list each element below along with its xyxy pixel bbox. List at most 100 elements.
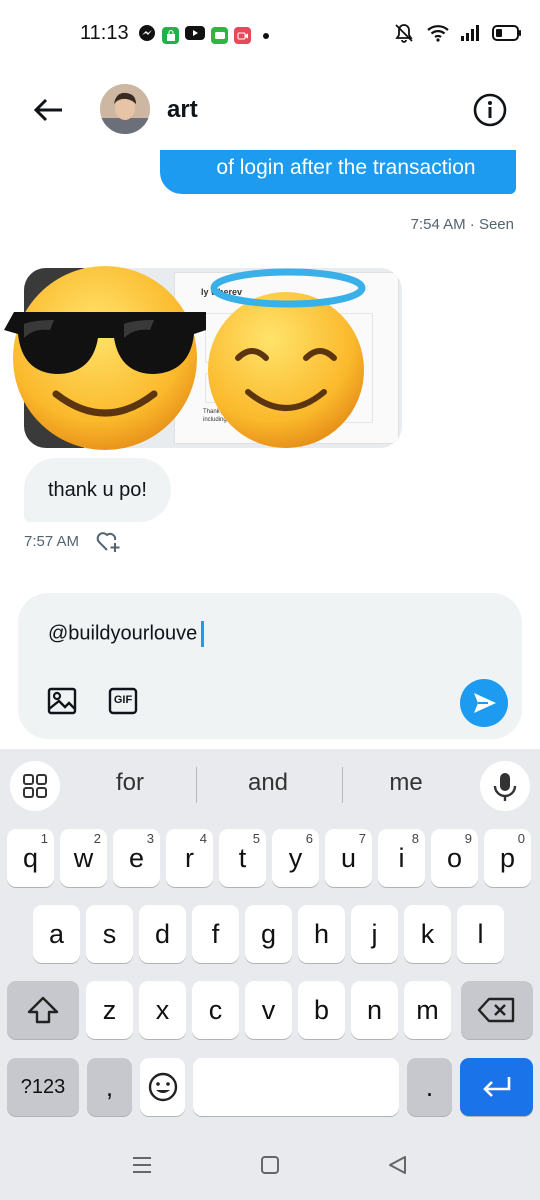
key-x[interactable]: x bbox=[139, 981, 186, 1039]
key-hint-number: 8 bbox=[411, 831, 419, 846]
key-m[interactable]: m bbox=[404, 981, 451, 1039]
wifi-icon bbox=[426, 23, 450, 48]
key-hint-number: 4 bbox=[199, 831, 207, 846]
key-l[interactable]: l bbox=[457, 905, 504, 963]
key-label: r bbox=[185, 842, 194, 873]
add-gif-button[interactable]: GIF bbox=[108, 687, 138, 715]
keyboard: for and me q1w2e3r4t5y6u7i8o9p0 asdfghjk… bbox=[0, 749, 540, 1130]
square-icon bbox=[261, 1156, 279, 1174]
key-hint-number: 7 bbox=[358, 831, 366, 846]
contact-name[interactable]: art bbox=[167, 96, 198, 124]
key-e[interactable]: e3 bbox=[113, 829, 160, 887]
symbols-key[interactable]: ?123 bbox=[7, 1058, 79, 1116]
backspace-key[interactable] bbox=[461, 981, 533, 1039]
key-a[interactable]: a bbox=[33, 905, 80, 963]
status-time: 11:13 bbox=[80, 22, 129, 44]
back-button[interactable] bbox=[28, 90, 68, 130]
key-label: y bbox=[288, 842, 303, 873]
period-key[interactable]: . bbox=[407, 1058, 452, 1116]
key-t[interactable]: t5 bbox=[219, 829, 266, 887]
text-caret bbox=[201, 621, 205, 647]
avatar[interactable] bbox=[100, 84, 150, 134]
key-c[interactable]: c bbox=[192, 981, 239, 1039]
key-hint-number: 3 bbox=[146, 831, 154, 846]
key-hint-number: 9 bbox=[464, 831, 472, 846]
key-label: i bbox=[398, 842, 405, 873]
key-j[interactable]: j bbox=[351, 905, 398, 963]
key-q[interactable]: q1 bbox=[7, 829, 54, 887]
key-i[interactable]: i8 bbox=[378, 829, 425, 887]
key-k[interactable]: k bbox=[404, 905, 451, 963]
key-hint-number: 0 bbox=[517, 831, 525, 846]
add-reaction-button[interactable] bbox=[96, 530, 122, 554]
key-h[interactable]: h bbox=[298, 905, 345, 963]
suggestion-3[interactable]: me bbox=[346, 769, 466, 797]
key-u[interactable]: u7 bbox=[325, 829, 372, 887]
backspace-icon bbox=[477, 997, 515, 1023]
key-w[interactable]: w2 bbox=[60, 829, 107, 887]
status-bar: 11:13 bbox=[0, 0, 540, 68]
key-n[interactable]: n bbox=[351, 981, 398, 1039]
image-icon bbox=[47, 687, 77, 715]
home-button[interactable] bbox=[258, 1154, 282, 1176]
key-hint-number: 2 bbox=[93, 831, 101, 846]
recent-apps-button[interactable] bbox=[130, 1154, 154, 1176]
message-input[interactable]: @buildyourlouve bbox=[48, 621, 205, 647]
shift-icon bbox=[27, 996, 59, 1024]
gif-label: GIF bbox=[113, 694, 133, 706]
triangle-back-icon bbox=[389, 1156, 406, 1174]
info-button[interactable] bbox=[472, 92, 508, 128]
suggestion-2[interactable]: and bbox=[208, 769, 328, 797]
key-d[interactable]: d bbox=[139, 905, 186, 963]
system-back-button[interactable] bbox=[386, 1154, 410, 1176]
voice-input-button[interactable] bbox=[480, 761, 530, 811]
recorder-icon bbox=[234, 27, 251, 44]
key-hint-number: 6 bbox=[305, 831, 313, 846]
message-input-value: @buildyourlouve bbox=[48, 622, 198, 645]
enter-key[interactable] bbox=[460, 1058, 533, 1116]
emoji-icon bbox=[148, 1072, 177, 1102]
microphone-icon bbox=[493, 773, 517, 801]
key-v[interactable]: v bbox=[245, 981, 292, 1039]
key-s[interactable]: s bbox=[86, 905, 133, 963]
sunglasses-emoji-icon bbox=[0, 254, 216, 455]
messenger-icon bbox=[138, 24, 156, 47]
keyboard-toolbar: for and me bbox=[0, 749, 540, 821]
conversation-header: art bbox=[0, 68, 540, 150]
key-label: t bbox=[238, 842, 247, 873]
key-g[interactable]: g bbox=[245, 905, 292, 963]
system-nav-bar bbox=[0, 1130, 540, 1200]
send-button[interactable] bbox=[460, 679, 508, 727]
key-label: o bbox=[446, 842, 463, 873]
key-o[interactable]: o9 bbox=[431, 829, 478, 887]
shopping-bag-icon bbox=[162, 27, 179, 44]
menu-icon bbox=[133, 1157, 151, 1173]
mute-icon bbox=[392, 22, 416, 49]
key-y[interactable]: y6 bbox=[272, 829, 319, 887]
key-p[interactable]: p0 bbox=[484, 829, 531, 887]
key-hint-number: 5 bbox=[252, 831, 260, 846]
sent-message-bubble[interactable]: of login after the transaction bbox=[160, 150, 516, 194]
message-list[interactable]: of login after the transaction 7:54 AM ·… bbox=[0, 150, 540, 590]
emoji-key[interactable] bbox=[140, 1058, 185, 1116]
shift-key[interactable] bbox=[7, 981, 79, 1039]
comma-key[interactable]: , bbox=[87, 1058, 132, 1116]
key-label: p bbox=[499, 842, 516, 873]
status-right bbox=[392, 22, 522, 49]
key-r[interactable]: r4 bbox=[166, 829, 213, 887]
key-label: u bbox=[340, 842, 357, 873]
arrow-left-icon bbox=[33, 98, 62, 122]
space-key[interactable] bbox=[193, 1058, 399, 1116]
key-label: w bbox=[73, 842, 94, 873]
suggestion-divider bbox=[342, 767, 343, 803]
key-f[interactable]: f bbox=[192, 905, 239, 963]
key-z[interactable]: z bbox=[86, 981, 133, 1039]
sent-message-meta: 7:54 AM · Seen bbox=[410, 216, 514, 233]
sent-message-text: of login after the transaction bbox=[216, 156, 476, 179]
received-message-bubble[interactable]: thank u po! bbox=[24, 458, 171, 522]
add-image-button[interactable] bbox=[46, 685, 78, 717]
key-b[interactable]: b bbox=[298, 981, 345, 1039]
keyboard-menu-button[interactable] bbox=[10, 761, 60, 811]
message-composer[interactable]: @buildyourlouve GIF bbox=[18, 593, 522, 739]
suggestion-1[interactable]: for bbox=[70, 769, 190, 797]
